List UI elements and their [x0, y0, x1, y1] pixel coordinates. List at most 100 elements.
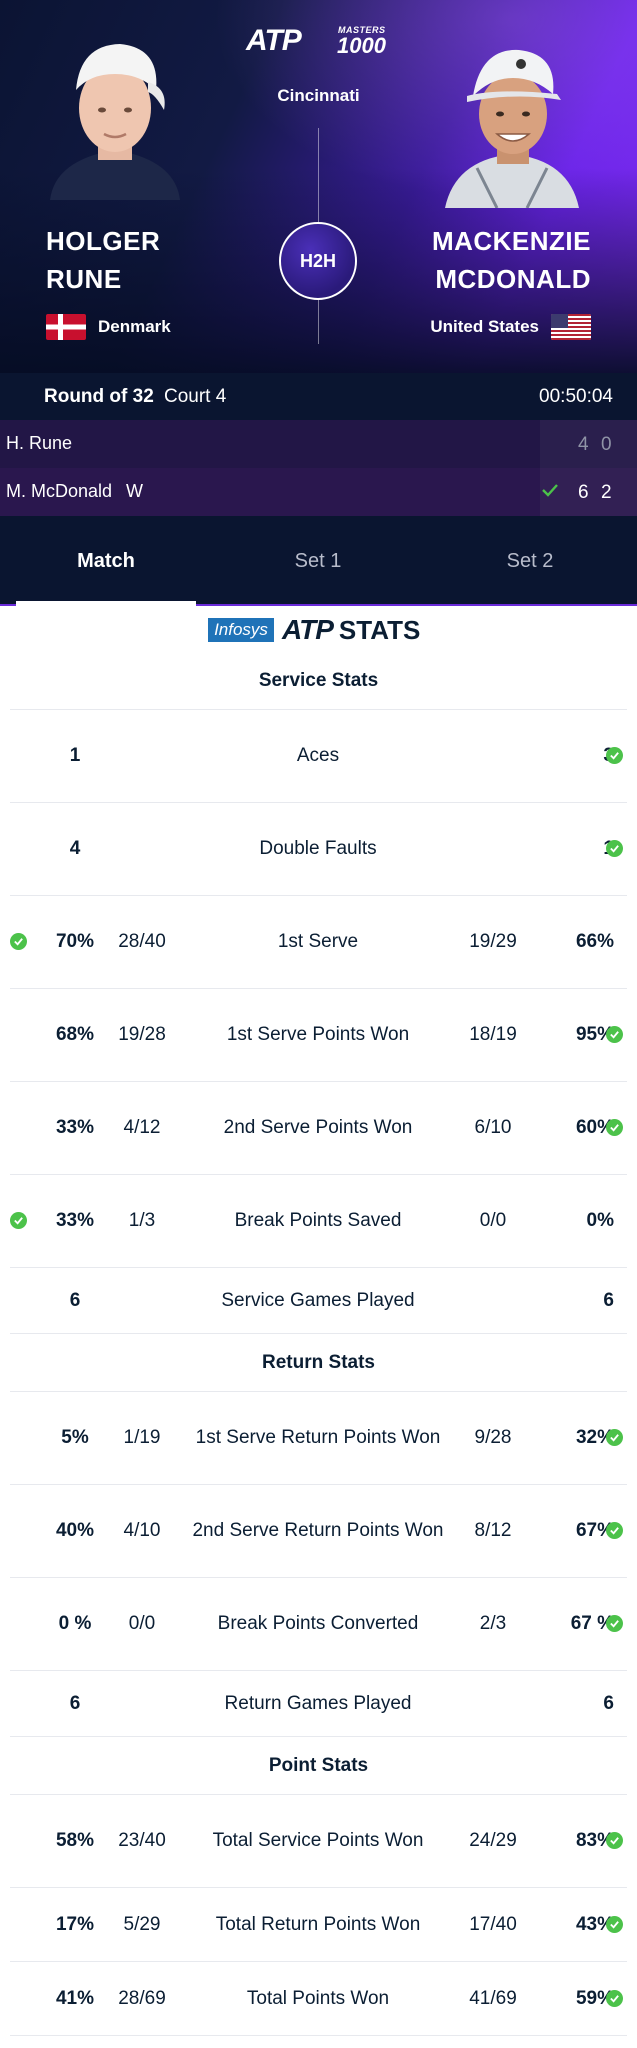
- tab-set-1[interactable]: Set 1: [212, 516, 424, 606]
- left-stat-raw: 1/19: [123, 1427, 161, 1448]
- stat-label: Break Points Converted: [217, 1613, 419, 1634]
- stat-row: 4 Double Faults 1: [10, 803, 627, 896]
- left-stat-raw: 4/10: [123, 1520, 161, 1541]
- player-short-name: M. McDonald: [6, 481, 113, 501]
- right-stat-raw: 2/3: [479, 1613, 507, 1634]
- set-score: 0: [601, 434, 612, 455]
- left-stat-value: 1: [69, 745, 81, 766]
- match-hero: ATP MASTERS 1000 Cincinnati HOLGER RUNE …: [0, 0, 637, 373]
- right-leader-slot: [606, 838, 630, 860]
- leader-check-icon: [606, 1119, 623, 1137]
- check-mark: [610, 1620, 619, 1629]
- right-stat-value: 95%: [575, 1024, 614, 1045]
- right-stat-raw: 6/10: [474, 1117, 512, 1138]
- check-mark: [610, 1837, 619, 1846]
- stat-label: Total Service Points Won: [212, 1830, 424, 1851]
- right-stat-raw: 41/69: [469, 1987, 517, 2009]
- player-name-left: HOLGER RUNE: [46, 222, 160, 298]
- leader-check-icon: [606, 1026, 623, 1044]
- stat-row: 70% 28/40 1st Serve 19/29 66%: [10, 896, 627, 989]
- left-stat-raw: 23/40: [118, 1830, 166, 1851]
- player-first-name: MACKENZIE: [431, 226, 591, 256]
- check-mark: [610, 1434, 619, 1443]
- left-stat-raw: 0/0: [128, 1613, 156, 1634]
- check-mark: [14, 938, 23, 947]
- stat-row: 40% 4/10 2nd Serve Return Points Won 8/12 67…: [10, 1485, 627, 1578]
- stat-label: Aces: [296, 745, 340, 766]
- stat-row: 6 Service Games Played 6: [10, 1268, 627, 1334]
- right-leader-slot: [606, 1914, 630, 1936]
- h2h-button[interactable]: H2H: [279, 222, 357, 300]
- left-stat-value: 6: [69, 1692, 81, 1714]
- leader-check-icon: [606, 1915, 623, 1933]
- right-stat-raw: 18/19: [469, 1024, 517, 1045]
- stat-label: 2nd Serve Points Won: [223, 1117, 413, 1138]
- right-stat-value: 83%: [575, 1830, 614, 1851]
- player-name-right: MACKENZIE MCDONALD: [432, 222, 591, 298]
- right-stat-value: 67 %: [570, 1613, 614, 1634]
- stat-row: 0 % 0/0 Break Points Converted 2/3 67 %: [10, 1578, 627, 1671]
- right-stat-value: 6: [603, 1692, 614, 1714]
- left-stat-value: 4: [69, 838, 81, 859]
- right-stat-value: 6: [603, 1289, 614, 1311]
- right-stat-raw: 24/29: [469, 1830, 517, 1851]
- left-stat-raw: 28/40: [118, 931, 166, 952]
- atp-stats-logo: ATP STATS: [282, 614, 420, 646]
- left-stat-raw: 1/3: [128, 1210, 156, 1231]
- logo-1000-text: 1000: [337, 33, 386, 58]
- right-stat-raw: 8/12: [474, 1520, 512, 1541]
- section-title-return: Return Stats: [10, 1334, 627, 1392]
- round-label: Round of 32: [44, 386, 154, 407]
- player-last-name: MCDONALD: [435, 264, 591, 294]
- right-leader-slot: [606, 1613, 630, 1635]
- right-stat-value: 59%: [575, 1987, 614, 2009]
- right-leader-slot: [606, 1024, 630, 1046]
- stat-row: 17% 5/29 Total Return Points Won 17/40 43%: [10, 1888, 627, 1962]
- left-stat-value: 6: [69, 1289, 81, 1311]
- scoreboard-row: H. Rune 4 0: [0, 420, 637, 468]
- leader-check-icon: [606, 1989, 623, 2007]
- stat-label: Double Faults: [259, 838, 377, 859]
- leader-check-icon: [10, 1212, 27, 1230]
- leader-check-icon: [606, 1429, 623, 1447]
- right-leader-slot: [606, 1117, 630, 1139]
- tab-set-2[interactable]: Set 2: [424, 516, 636, 606]
- stats-tabs: Match Set 1 Set 2: [0, 516, 637, 606]
- logo-atp-text: ATP: [246, 24, 302, 57]
- right-leader-slot: [606, 1427, 630, 1449]
- right-leader-slot: [606, 1520, 630, 1542]
- atp-logo-text: ATP: [282, 614, 334, 645]
- stat-row: 1 Aces 3: [10, 710, 627, 803]
- right-stat-raw: 9/28: [474, 1427, 512, 1448]
- stat-label: 1st Serve Return Points Won: [195, 1427, 441, 1448]
- tab-match[interactable]: Match: [0, 516, 212, 606]
- leader-check-icon: [606, 747, 623, 765]
- section-title-point: Point Stats: [10, 1737, 627, 1795]
- player-photo-left: [50, 44, 180, 200]
- right-stat-value: 43%: [575, 1913, 614, 1935]
- stats-logo-text: STATS: [338, 615, 421, 645]
- check-mark: [610, 1031, 619, 1040]
- match-duration: 00:50:04: [539, 386, 613, 407]
- player-last-name: RUNE: [46, 264, 122, 294]
- left-stat-raw: 28/69: [118, 1987, 166, 2009]
- stat-row: 68% 19/28 1st Serve Points Won 18/19 95%: [10, 989, 627, 1082]
- left-leader-slot: [10, 931, 40, 953]
- right-stat-value: 0%: [586, 1210, 614, 1231]
- player-photo-right: [445, 49, 579, 208]
- winner-check-icon: [542, 484, 558, 497]
- check-mark: [610, 1124, 619, 1133]
- left-stat-raw: 5/29: [123, 1913, 161, 1935]
- stat-row: 5% 1/19 1st Serve Return Points Won 9/28 32%: [10, 1392, 627, 1485]
- check-mark: [610, 1527, 619, 1536]
- set-score: 2: [601, 482, 612, 503]
- stat-label: 1st Serve Points Won: [226, 1024, 410, 1045]
- stat-row: 33% 1/3 Break Points Saved 0/0 0%: [10, 1175, 627, 1268]
- section-title-service: Service Stats: [10, 652, 627, 710]
- winner-mark: W: [126, 481, 144, 501]
- scoreboard-player: M. McDonald W: [6, 481, 143, 502]
- right-stat-value: 1: [530, 838, 614, 860]
- country-right: United States: [430, 314, 591, 340]
- right-leader-slot: [606, 1830, 630, 1852]
- stat-row: 33% 4/12 2nd Serve Points Won 6/10 60%: [10, 1082, 627, 1175]
